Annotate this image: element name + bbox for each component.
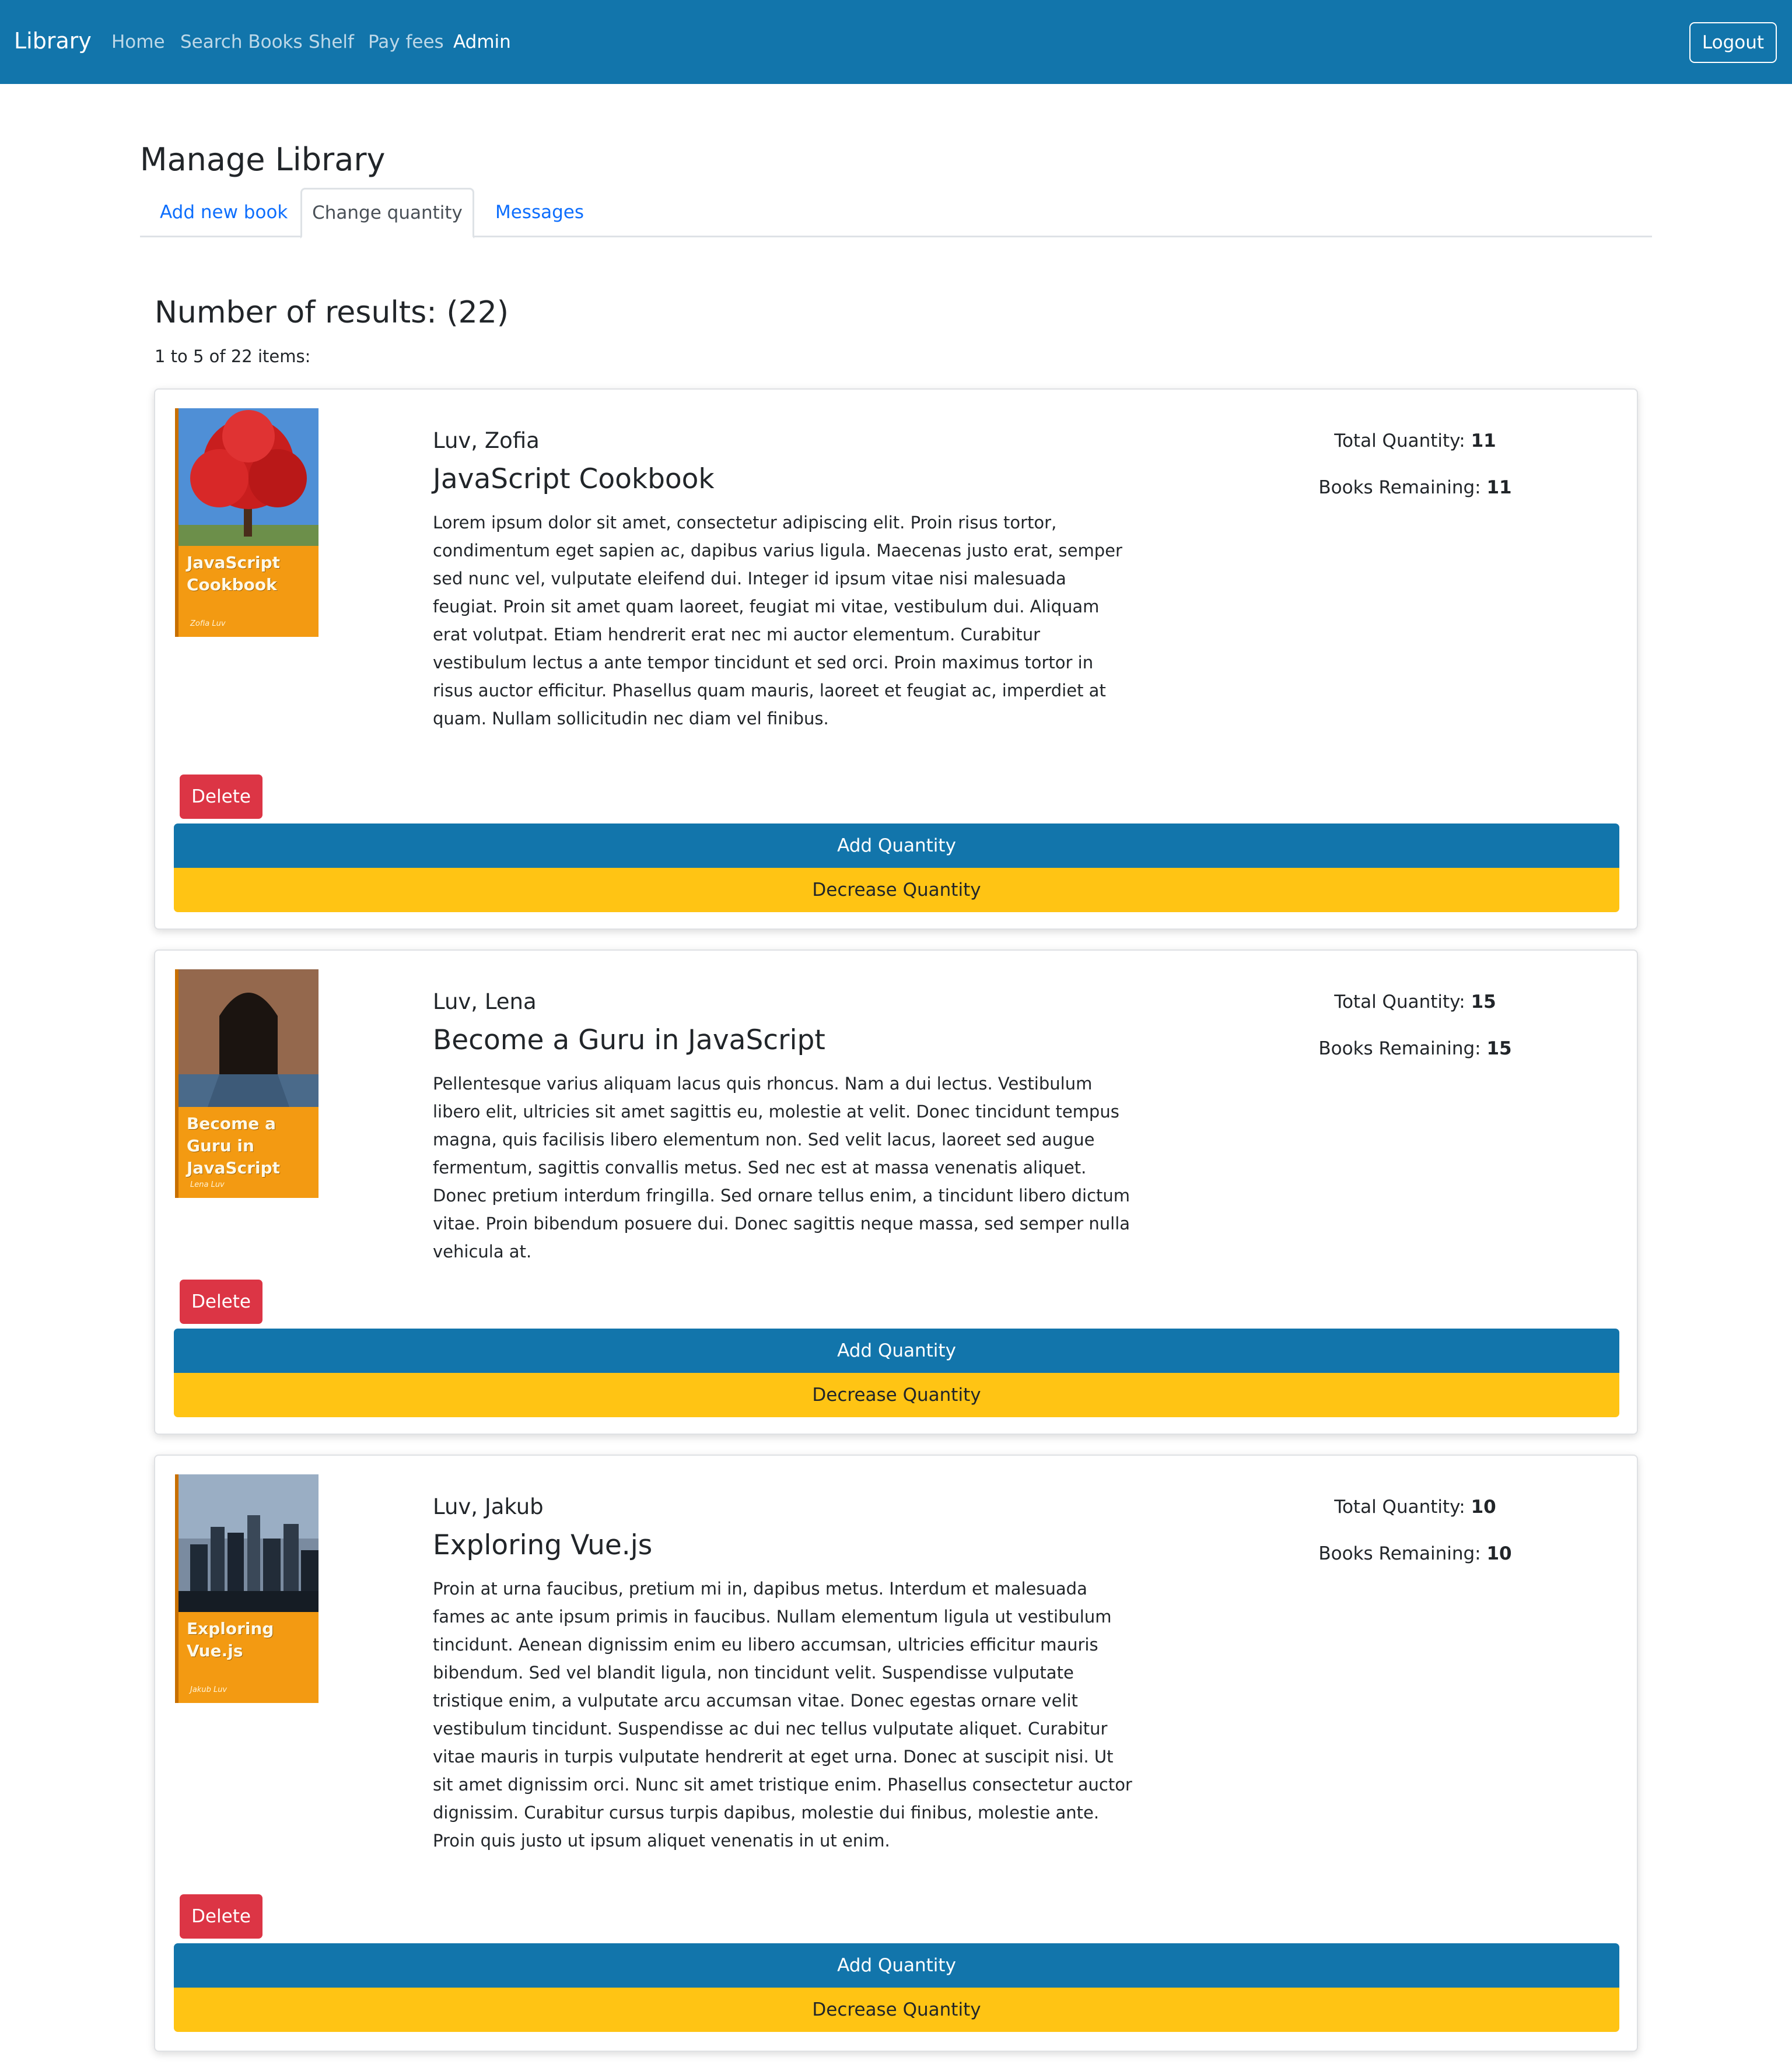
book-description: Lorem ipsum dolor sit amet, consectetur … [433,513,1122,728]
cover-author: Jakub Luv [190,1685,228,1694]
book-title: Become a Guru in JavaScript [433,1024,825,1056]
city-skyline-photo-icon [178,1474,318,1612]
tab-change-quantity[interactable]: Change quantity [300,188,474,239]
books-remaining: Books Remaining: 15 [1318,1038,1512,1059]
add-quantity-button[interactable]: Add Quantity [174,1943,1619,1988]
nav-link-shelf[interactable]: Shelf [309,31,354,52]
logout-button[interactable]: Logout [1689,22,1777,63]
book-cover-image: JavaScript Cookbook Zofia Luv [175,408,318,637]
books-remaining-value: 11 [1486,477,1512,498]
books-remaining: Books Remaining: 10 [1318,1543,1512,1564]
books-remaining-value: 15 [1486,1038,1512,1059]
book-card: Become a Guru in JavaScript Lena Luv Luv… [154,949,1638,1435]
book-card: Exploring Vue.js Jakub Luv Luv, Jakub Ex… [154,1455,1638,2052]
cover-author: Lena Luv [190,1180,225,1189]
page-title: Manage Library [140,141,386,178]
delete-button[interactable]: Delete [180,1280,262,1324]
book-author: Luv, Zofia [433,428,540,453]
book-title: Exploring Vue.js [433,1529,653,1561]
top-navbar: Library Home Search Books Shelf Pay fees… [0,0,1792,84]
total-quantity: Total Quantity: 10 [1334,1497,1496,1518]
tab-messages[interactable]: Messages [495,188,584,237]
books-remaining: Books Remaining: 11 [1318,477,1512,498]
delete-button[interactable]: Delete [180,1894,262,1939]
archway-photo-icon [178,969,318,1107]
add-quantity-button[interactable]: Add Quantity [174,1329,1619,1373]
cover-author: Zofia Luv [190,619,226,628]
total-quantity-value: 11 [1471,430,1496,451]
book-card: JavaScript Cookbook Zofia Luv Luv, Zofia… [154,388,1638,930]
book-cover-image: Exploring Vue.js Jakub Luv [175,1474,318,1703]
tab-add-new-book[interactable]: Add new book [160,188,288,237]
brand-logo[interactable]: Library [14,28,92,54]
total-quantity: Total Quantity: 15 [1334,991,1496,1012]
decrease-quantity-button[interactable]: Decrease Quantity [174,1988,1619,2032]
cover-title: JavaScript Cookbook [187,553,281,594]
tree-photo-icon [178,408,318,546]
total-quantity-value: 10 [1471,1497,1496,1518]
pagination-summary: 1 to 5 of 22 items: [155,346,311,366]
nav-link-admin[interactable]: Admin [453,31,511,52]
results-count-heading: Number of results: (22) [155,295,509,330]
book-description: Pellentesque varius aliquam lacus quis r… [433,1074,1130,1261]
decrease-quantity-button[interactable]: Decrease Quantity [174,1373,1619,1417]
nav-link-home[interactable]: Home [111,31,165,52]
book-author: Luv, Lena [433,989,537,1014]
book-cover-image: Become a Guru in JavaScript Lena Luv [175,969,318,1198]
total-quantity-value: 15 [1471,991,1496,1012]
book-author: Luv, Jakub [433,1494,544,1519]
total-quantity: Total Quantity: 11 [1334,430,1496,451]
decrease-quantity-button[interactable]: Decrease Quantity [174,868,1619,912]
nav-link-pay-fees[interactable]: Pay fees [368,31,444,52]
book-description: Proin at urna faucibus, pretium mi in, d… [433,1579,1132,1851]
nav-link-search-books[interactable]: Search Books [180,31,303,52]
book-title: JavaScript Cookbook [433,463,715,495]
add-quantity-button[interactable]: Add Quantity [174,824,1619,868]
books-remaining-value: 10 [1486,1543,1512,1564]
cover-title: Become a Guru in JavaScript [187,1114,281,1178]
delete-button[interactable]: Delete [180,775,262,819]
cover-title: Exploring Vue.js [187,1619,274,1660]
